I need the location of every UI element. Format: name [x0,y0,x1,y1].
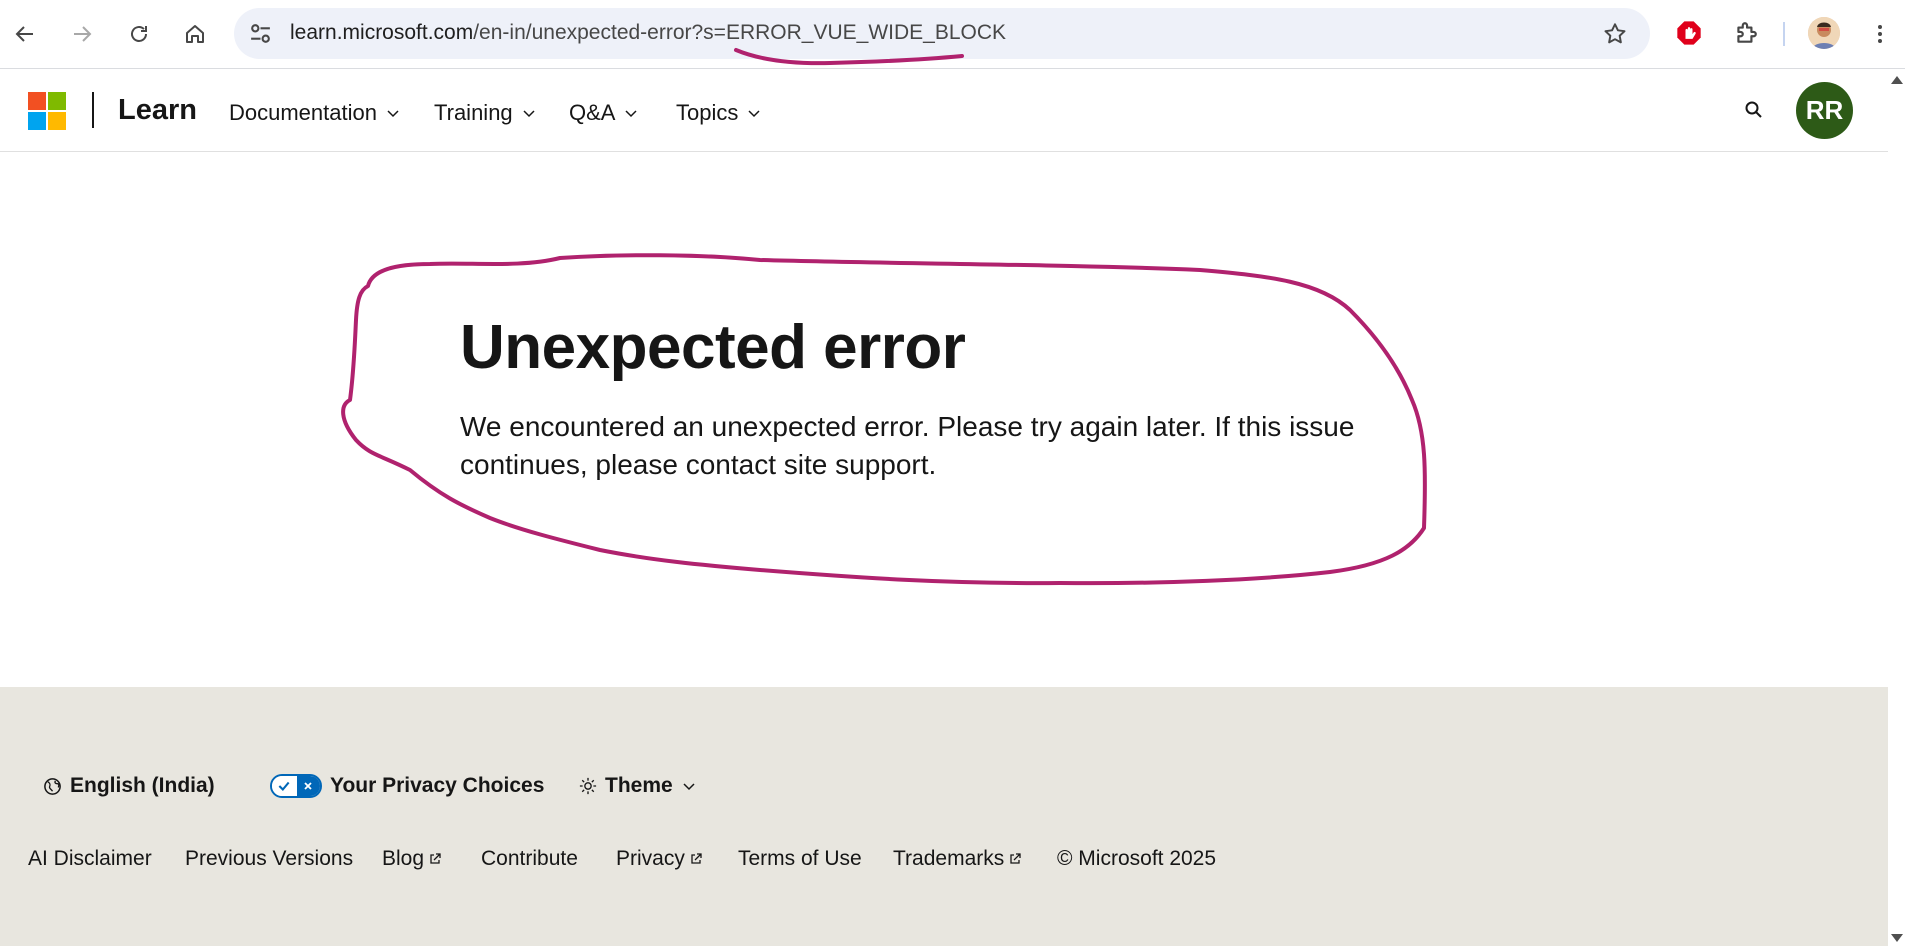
user-avatar[interactable]: RR [1796,82,1853,139]
footer-link-trademarks[interactable]: Trademarks [893,847,1022,871]
chevron-down-icon [625,110,637,118]
home-button[interactable] [175,14,215,54]
page-scrollbar[interactable] [1888,70,1905,946]
footer-link-label: Previous Versions [185,847,354,870]
scroll-down-arrow-icon[interactable] [1891,934,1903,942]
error-message: We encountered an unexpected error. Plea… [460,411,1355,480]
privacy-choices-link[interactable]: Your Privacy Choices [270,774,544,798]
footer-link-contribute[interactable]: Contribute [481,847,578,871]
browser-toolbar: learn.microsoft.com/en-in/unexpected-err… [0,0,1905,69]
bookmark-star-icon[interactable] [1602,21,1628,47]
adblock-extension-button[interactable] [1674,18,1704,48]
external-link-icon [430,853,441,864]
privacy-toggle-icon [270,774,322,798]
footer-link-label: Contribute [481,847,578,870]
forward-button[interactable] [62,14,102,54]
sun-icon [579,777,597,795]
reload-button[interactable] [119,14,159,54]
more-menu-icon [1878,25,1882,43]
theme-label: Theme [605,774,673,797]
footer-link-blog[interactable]: Blog [382,847,442,871]
nav-qa[interactable]: Q&A [569,100,639,126]
globe-icon [44,777,61,795]
logo-square-green [48,92,66,110]
footer-link-label: Terms of Use [738,847,862,870]
chevron-down-icon [683,783,695,791]
extensions-button[interactable] [1731,18,1761,48]
logo-square-red [28,92,46,110]
nav-label: Documentation [229,100,377,125]
chevron-down-icon [387,110,399,118]
back-icon [15,26,33,42]
reload-icon [131,26,147,42]
address-bar[interactable]: learn.microsoft.com/en-in/unexpected-err… [234,8,1650,59]
chevron-down-icon [523,110,535,118]
adblock-extension-icon [1677,21,1701,45]
microsoft-logo[interactable] [28,92,66,130]
nav-label: Topics [676,100,739,125]
scroll-up-arrow-icon[interactable] [1891,76,1903,84]
privacy-choices-label: Your Privacy Choices [330,774,545,797]
url-path: /en-in/unexpected-error?s=ERROR_VUE_WIDE… [473,21,1007,44]
home-icon [186,25,204,43]
search-icon[interactable] [1742,98,1766,122]
nav-documentation[interactable]: Documentation [229,100,401,126]
page-title: Unexpected error [460,313,966,382]
copyright-label: © Microsoft 2025 [1057,847,1217,870]
toolbar-divider [1783,22,1785,46]
nav-training[interactable]: Training [434,100,537,126]
footer-link-label: Trademarks [893,847,1005,870]
site-footer: English (India) Your Privacy Choices The… [0,687,1888,946]
nav-topics[interactable]: Topics [676,100,762,126]
language-label: English (India) [70,774,215,797]
language-selector[interactable]: English (India) [43,774,215,798]
external-link-icon [1010,853,1021,864]
more-menu-button[interactable] [1860,14,1900,54]
logo-divider [92,92,94,128]
footer-link-privacy[interactable]: Privacy [616,847,703,871]
url-text[interactable]: learn.microsoft.com/en-in/unexpected-err… [290,21,1006,45]
forward-icon [74,26,92,42]
nav-label: Q&A [569,100,616,125]
nav-label: Training [434,100,513,125]
logo-square-blue [28,112,46,130]
footer-link-label: AI Disclaimer [28,847,152,870]
copyright-text: © Microsoft 2025 [1057,847,1216,871]
url-host: learn.microsoft.com [290,21,474,44]
external-link-icon [691,853,702,864]
footer-link-terms-of-use[interactable]: Terms of Use [738,847,862,871]
footer-link-label: Privacy [616,847,685,870]
footer-link-previous-versions[interactable]: Previous Versions [185,847,353,871]
profile-avatar[interactable] [1808,17,1840,49]
theme-selector[interactable]: Theme [579,774,697,798]
chevron-down-icon [748,110,760,118]
site-info-icon[interactable] [248,21,273,46]
footer-link-ai-disclaimer[interactable]: AI Disclaimer [28,847,152,871]
back-button[interactable] [5,14,45,54]
footer-link-label: Blog [382,847,425,870]
brand-link[interactable]: Learn [118,94,197,127]
logo-square-yellow [48,112,66,130]
site-header: Learn Documentation Training Q&A Topics … [0,70,1888,152]
profile-photo-icon [1808,17,1840,49]
extensions-puzzle-icon [1737,22,1757,43]
